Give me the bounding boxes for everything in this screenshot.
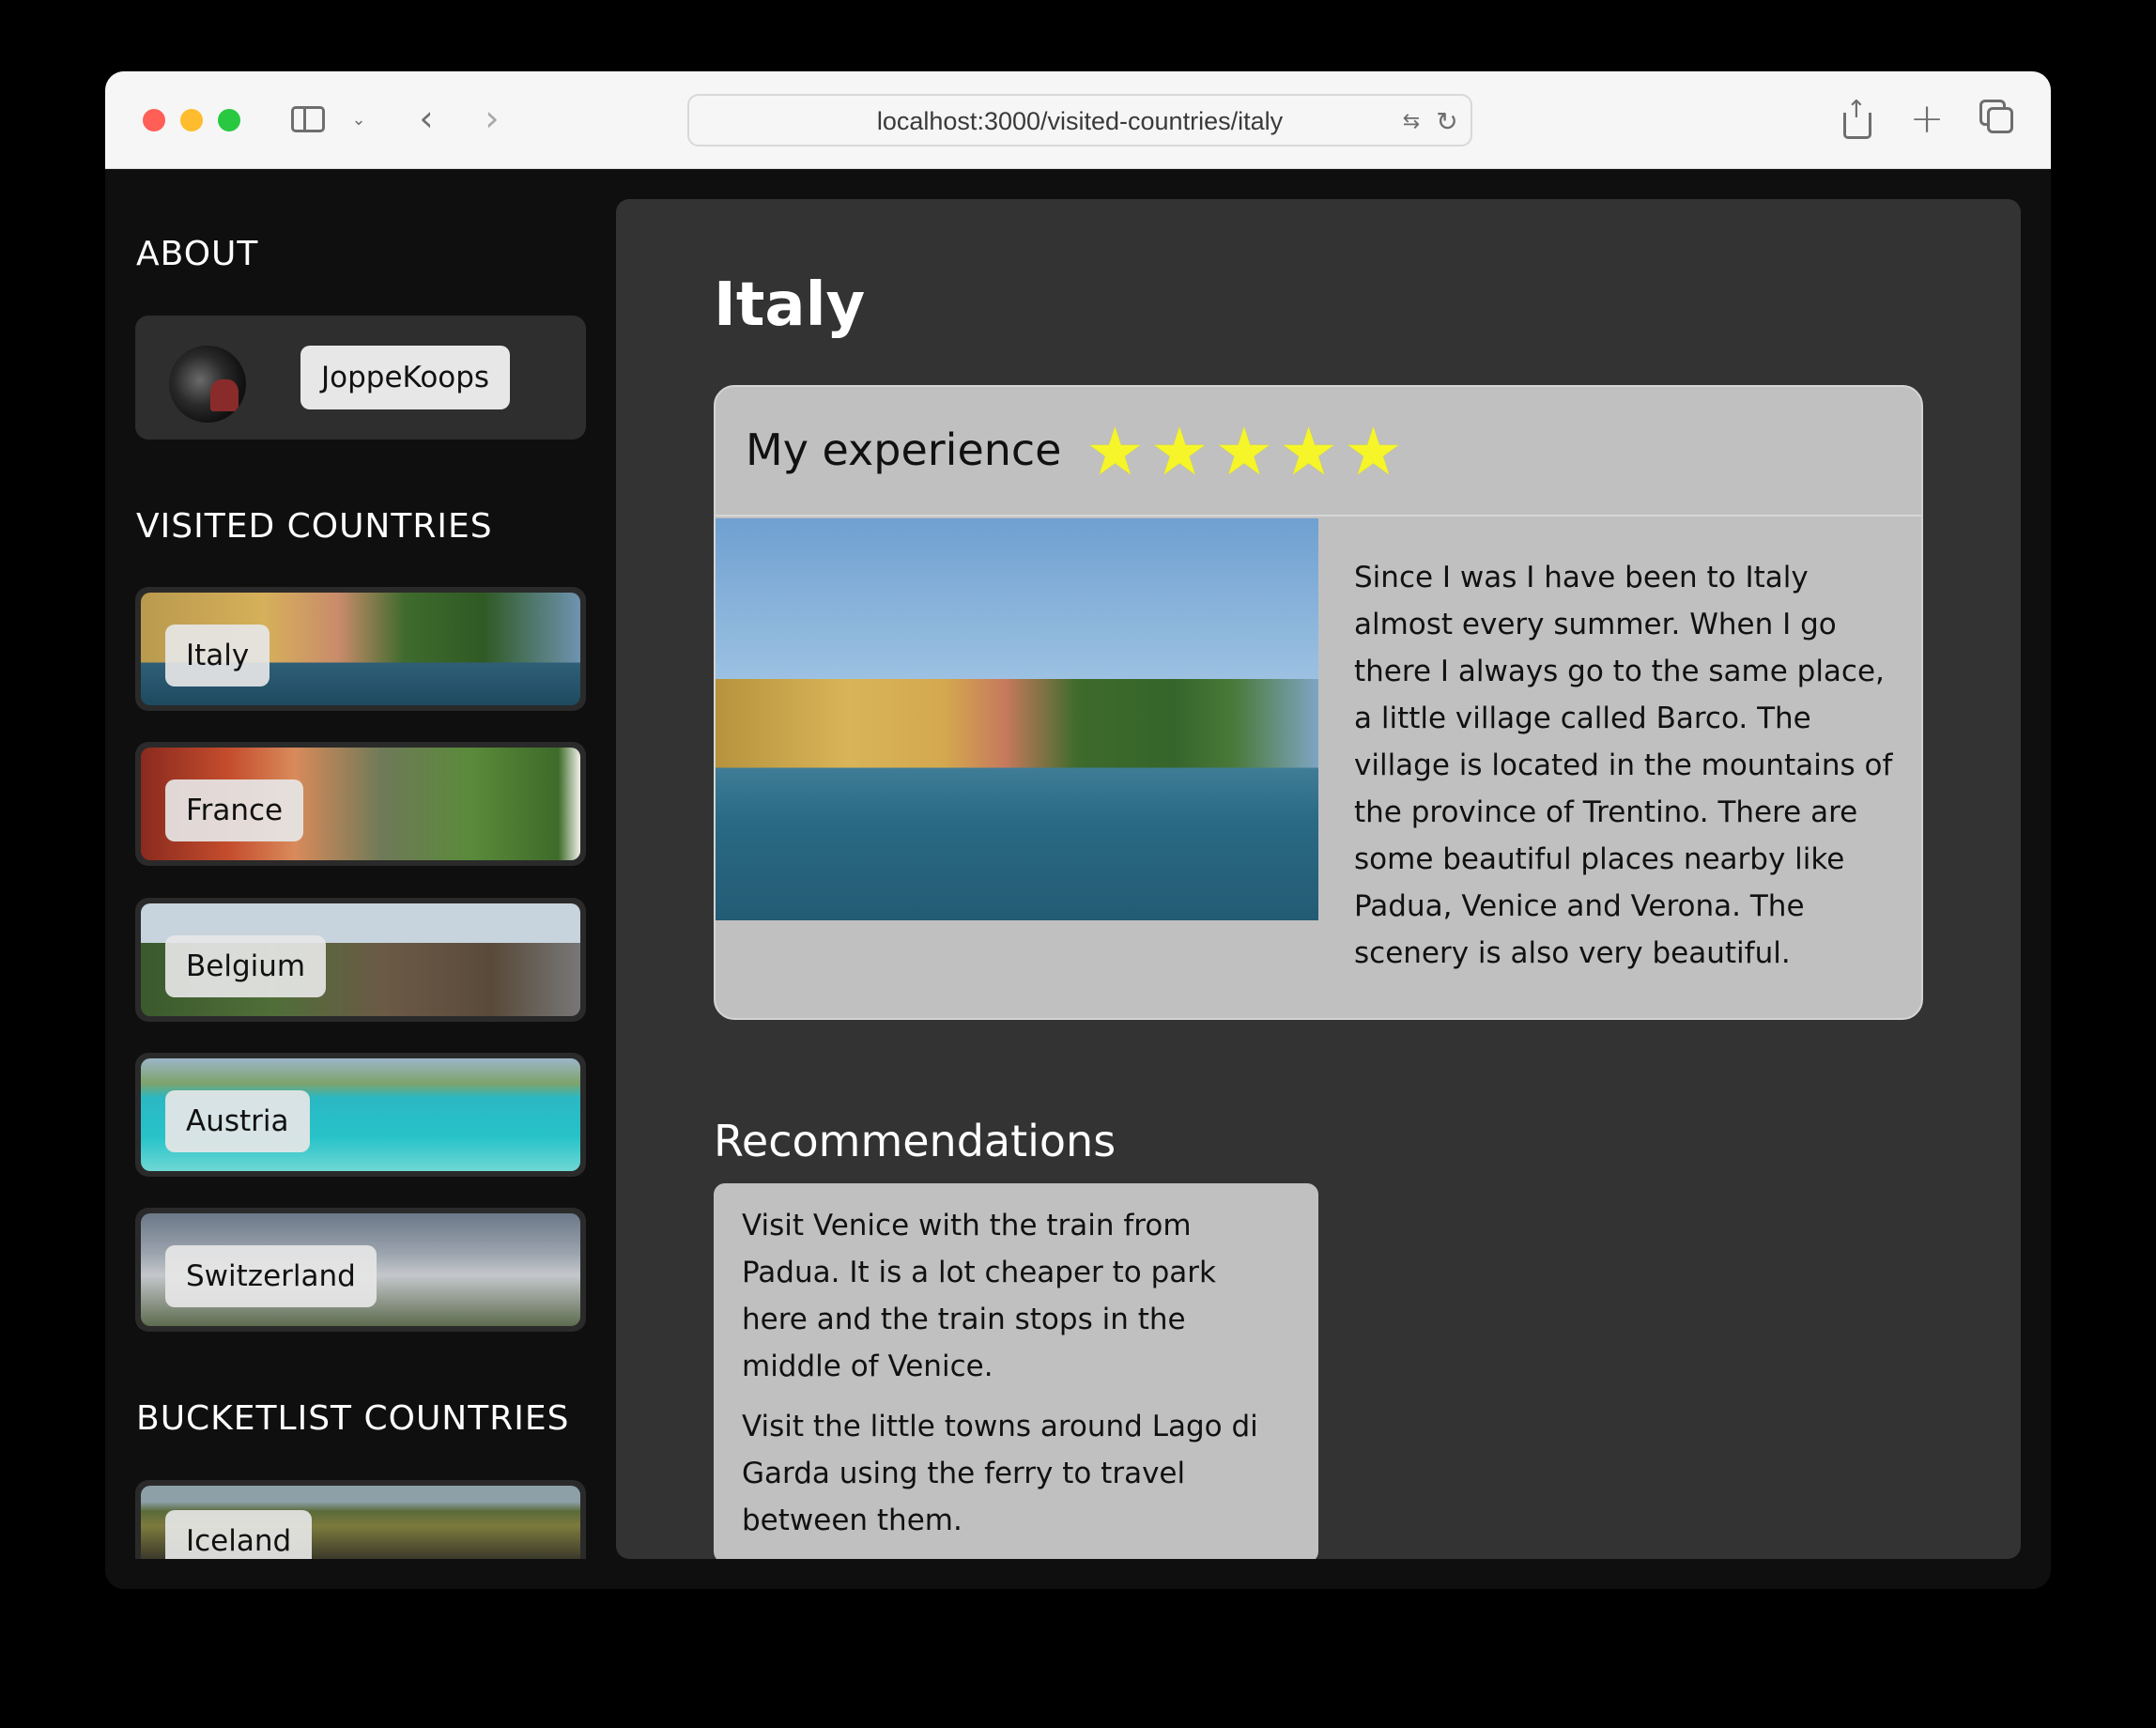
bucketlist-countries-heading: BUCKETLIST COUNTRIES	[136, 1399, 570, 1438]
star-rating: ★ ★ ★ ★ ★	[1086, 419, 1403, 485]
share-icon[interactable]: ↑	[1839, 96, 1876, 143]
back-arrow-icon[interactable]: ‹	[408, 98, 445, 139]
experience-header: My experience ★ ★ ★ ★ ★	[716, 387, 1921, 517]
zoom-window-button[interactable]	[218, 109, 240, 131]
star-icon: ★	[1344, 413, 1403, 490]
country-card-italy[interactable]: Italy	[135, 587, 586, 711]
avatar	[169, 346, 246, 423]
country-label: Belgium	[165, 935, 327, 997]
country-label: France	[165, 779, 304, 841]
country-label: Iceland	[165, 1510, 313, 1559]
page-title: Italy	[714, 270, 866, 340]
page-content: ABOUT JoppeKoops VISITED COUNTRIES Italy…	[105, 169, 2051, 1589]
country-label: Italy	[165, 625, 270, 687]
new-tab-icon[interactable]: +	[1906, 94, 1948, 143]
country-card-belgium[interactable]: Belgium	[135, 898, 586, 1022]
recommendations-heading: Recommendations	[714, 1116, 1116, 1166]
star-icon: ★	[1086, 413, 1145, 490]
experience-card: My experience ★ ★ ★ ★ ★ Since I was I ha…	[714, 385, 1923, 1020]
visited-countries-heading: VISITED COUNTRIES	[136, 507, 493, 546]
translate-icon[interactable]: ⇆	[1395, 107, 1427, 135]
about-heading: ABOUT	[136, 235, 259, 273]
tab-overview-icon[interactable]	[1979, 100, 2017, 137]
experience-title: My experience	[746, 424, 1062, 475]
username-badge: JoppeKoops	[300, 346, 511, 409]
url-text: localhost:3000/visited-countries/italy	[876, 107, 1284, 135]
about-card[interactable]: JoppeKoops	[135, 316, 586, 440]
reload-icon[interactable]: ↻	[1433, 106, 1461, 137]
recommendation-card: Visit the little towns around Lago di Ga…	[714, 1384, 1318, 1559]
minimize-window-button[interactable]	[180, 109, 203, 131]
experience-photo	[716, 518, 1318, 920]
sidebar-toggle-icon[interactable]	[289, 103, 327, 135]
experience-text: Since I was I have been to Italy almost …	[1354, 561, 1893, 970]
country-label: Switzerland	[165, 1245, 377, 1307]
star-icon: ★	[1149, 413, 1209, 490]
recommendation-card: Visit Venice with the train from Padua. …	[714, 1183, 1318, 1409]
star-icon: ★	[1279, 413, 1339, 490]
country-card-france[interactable]: France	[135, 742, 586, 866]
country-card-switzerland[interactable]: Switzerland	[135, 1208, 586, 1332]
close-window-button[interactable]	[143, 109, 165, 131]
forward-arrow-icon[interactable]: ›	[473, 98, 511, 139]
country-label: Austria	[165, 1090, 310, 1152]
star-icon: ★	[1214, 413, 1274, 490]
country-card-austria[interactable]: Austria	[135, 1053, 586, 1177]
chevron-down-icon[interactable]: ⌄	[347, 105, 370, 133]
country-card-iceland[interactable]: Iceland	[135, 1480, 586, 1559]
browser-window: ⌄ ‹ › localhost:3000/visited-countries/i…	[105, 71, 2051, 1589]
address-bar[interactable]: localhost:3000/visited-countries/italy ⇆…	[687, 94, 1472, 147]
sidebar: ABOUT JoppeKoops VISITED COUNTRIES Italy…	[105, 169, 612, 1559]
browser-toolbar: ⌄ ‹ › localhost:3000/visited-countries/i…	[105, 71, 2051, 169]
country-detail-panel: Italy My experience ★ ★ ★ ★ ★ Since I wa…	[616, 199, 2021, 1559]
